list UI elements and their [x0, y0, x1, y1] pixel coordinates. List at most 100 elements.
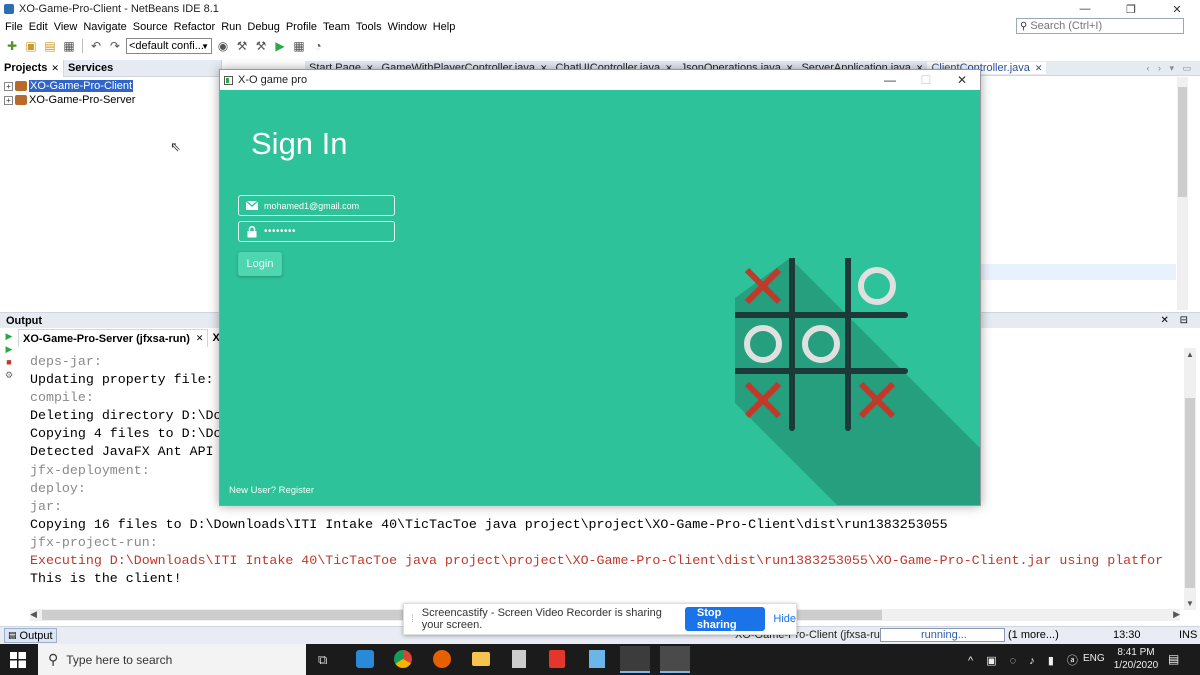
- language-indicator[interactable]: ENG: [1083, 653, 1105, 664]
- expand-icon[interactable]: +: [4, 81, 13, 91]
- pdf-icon[interactable]: [549, 650, 565, 668]
- netbeans-icon: [4, 4, 14, 14]
- settings-icon[interactable]: ⚙: [4, 370, 14, 380]
- menu-window[interactable]: Window: [385, 21, 430, 33]
- tab-navigation-icon[interactable]: ‹ › ▾ ▭: [1146, 63, 1194, 74]
- output-icon: ▤: [8, 630, 17, 640]
- close-icon[interactable]: ✕: [1035, 63, 1043, 74]
- ide-search-input[interactable]: [1030, 20, 1171, 32]
- output-title: Output: [6, 314, 43, 327]
- calculator-icon[interactable]: [512, 650, 526, 668]
- menu-navigate[interactable]: Navigate: [80, 21, 129, 33]
- debug-icon[interactable]: ▦: [291, 38, 307, 54]
- close-icon[interactable]: ✕: [51, 63, 59, 74]
- file-explorer-icon[interactable]: [472, 652, 490, 666]
- chevron-down-icon[interactable]: ▼: [1184, 599, 1196, 608]
- email-input[interactable]: [264, 200, 389, 211]
- tree-node-client[interactable]: + XO-Game-Pro-Client: [0, 79, 221, 93]
- menu-tools[interactable]: Tools: [353, 21, 385, 33]
- stop-sharing-button[interactable]: Stop sharing: [684, 607, 766, 631]
- rerun-icon[interactable]: ▶: [4, 331, 14, 341]
- restore-button[interactable]: ❐: [1108, 0, 1154, 18]
- save-all-icon[interactable]: ▦: [61, 38, 77, 54]
- redo-icon[interactable]: ↷: [107, 38, 123, 54]
- game-content: Sign In Login New User? Register: [220, 90, 980, 505]
- taskbar-search[interactable]: ⚲ Type here to search: [38, 644, 306, 675]
- register-link[interactable]: New User? Register: [229, 485, 314, 496]
- build-icon[interactable]: ⚒: [234, 38, 250, 54]
- drag-handle-icon[interactable]: ⁞: [411, 614, 414, 625]
- tab-services[interactable]: Services: [64, 62, 117, 74]
- envelope-icon: [245, 201, 259, 210]
- chevron-right-icon[interactable]: ▶: [1173, 609, 1180, 620]
- menu-team[interactable]: Team: [320, 21, 353, 33]
- screencastify-banner: ⁞ Screencastify - Screen Video Recorder …: [403, 603, 797, 635]
- output-tab-server[interactable]: XO-Game-Pro-Server (jfxsa-run) ✕: [18, 329, 209, 347]
- ide-search-box[interactable]: ⚲: [1016, 18, 1184, 34]
- task-view-icon[interactable]: ⧉: [318, 652, 327, 668]
- firefox-icon[interactable]: [433, 650, 451, 668]
- menu-file[interactable]: File: [2, 21, 26, 33]
- vscode-icon[interactable]: [356, 650, 374, 668]
- clock[interactable]: 8:41 PM 1/20/2020: [1110, 646, 1162, 672]
- hide-button[interactable]: Hide: [773, 613, 796, 625]
- login-button[interactable]: Login: [238, 252, 282, 276]
- menu-run[interactable]: Run: [218, 21, 244, 33]
- menu-refactor[interactable]: Refactor: [171, 21, 219, 33]
- globe-icon[interactable]: ◉: [215, 38, 231, 54]
- more-processes-link[interactable]: (1 more...): [1008, 629, 1059, 641]
- chrome-icon[interactable]: [394, 650, 412, 668]
- minimize-button[interactable]: —: [1062, 0, 1108, 18]
- progress-bar[interactable]: running...: [880, 628, 1005, 642]
- menu-profile[interactable]: Profile: [283, 21, 320, 33]
- stop-icon[interactable]: ■: [4, 357, 14, 367]
- scrollbar-thumb[interactable]: [1178, 87, 1187, 197]
- insert-mode: INS: [1179, 629, 1198, 641]
- menu-debug[interactable]: Debug: [244, 21, 282, 33]
- console-line: Copying 16 files to D:\Downloads\ITI Int…: [30, 516, 948, 532]
- ide-window-title: XO-Game-Pro-Client - NetBeans IDE 8.1: [19, 3, 219, 15]
- new-project-icon[interactable]: ▣: [23, 38, 39, 54]
- chevron-up-icon[interactable]: ▲: [1184, 350, 1196, 359]
- close-button[interactable]: ✕: [1154, 0, 1200, 18]
- menu-source[interactable]: Source: [130, 21, 171, 33]
- output-vertical-scrollbar[interactable]: ▲ ▼: [1184, 348, 1196, 610]
- password-input[interactable]: [264, 226, 389, 237]
- tic-tac-toe-illustration: [735, 258, 980, 505]
- rerun-icon[interactable]: ▶: [4, 344, 14, 354]
- chevron-left-icon[interactable]: ◀: [30, 609, 37, 620]
- expand-icon[interactable]: +: [4, 95, 13, 105]
- console-line: This is the client!: [30, 571, 182, 587]
- menu-help[interactable]: Help: [430, 21, 459, 33]
- profile-icon[interactable]: ◔: [310, 38, 326, 54]
- tab-projects[interactable]: Projects ✕: [0, 59, 64, 77]
- java-icon[interactable]: [620, 646, 650, 673]
- java-icon[interactable]: [660, 646, 690, 673]
- caret-position: 13:30: [1113, 629, 1141, 641]
- projects-panel: Projects ✕ Services + XO-Game-Pro-Client…: [0, 59, 222, 310]
- editor-scrollbar[interactable]: [1177, 77, 1188, 310]
- close-icon[interactable]: ✕: [196, 333, 204, 344]
- undo-icon[interactable]: ↶: [88, 38, 104, 54]
- scrollbar-thumb[interactable]: [1185, 398, 1195, 588]
- output-window-button[interactable]: ▤ Output: [4, 628, 57, 643]
- minimize-button[interactable]: —: [872, 70, 908, 90]
- panel-controls-icon[interactable]: ✕ ⊟: [1160, 315, 1192, 326]
- notification-icon[interactable]: ▤: [1168, 652, 1179, 666]
- menu-edit[interactable]: Edit: [26, 21, 51, 33]
- password-field[interactable]: [238, 221, 395, 242]
- virtualbox-icon[interactable]: [589, 650, 605, 668]
- windows-start-icon[interactable]: [10, 652, 26, 668]
- clean-build-icon[interactable]: ⚒: [253, 38, 269, 54]
- config-select[interactable]: <default confi... ▼: [126, 38, 212, 54]
- system-tray-icons[interactable]: ^ ▣ ◌ ♪ ▮ ⓐ: [968, 652, 1083, 668]
- open-project-icon[interactable]: ▤: [42, 38, 58, 54]
- run-icon[interactable]: ▶: [272, 38, 288, 54]
- new-file-icon[interactable]: ✚: [4, 38, 20, 54]
- lock-icon: [245, 225, 259, 238]
- email-field[interactable]: [238, 195, 395, 216]
- close-button[interactable]: ✕: [944, 70, 980, 90]
- tree-node-server[interactable]: + XO-Game-Pro-Server: [0, 93, 221, 107]
- menu-view[interactable]: View: [51, 21, 81, 33]
- project-icon: [15, 95, 27, 105]
